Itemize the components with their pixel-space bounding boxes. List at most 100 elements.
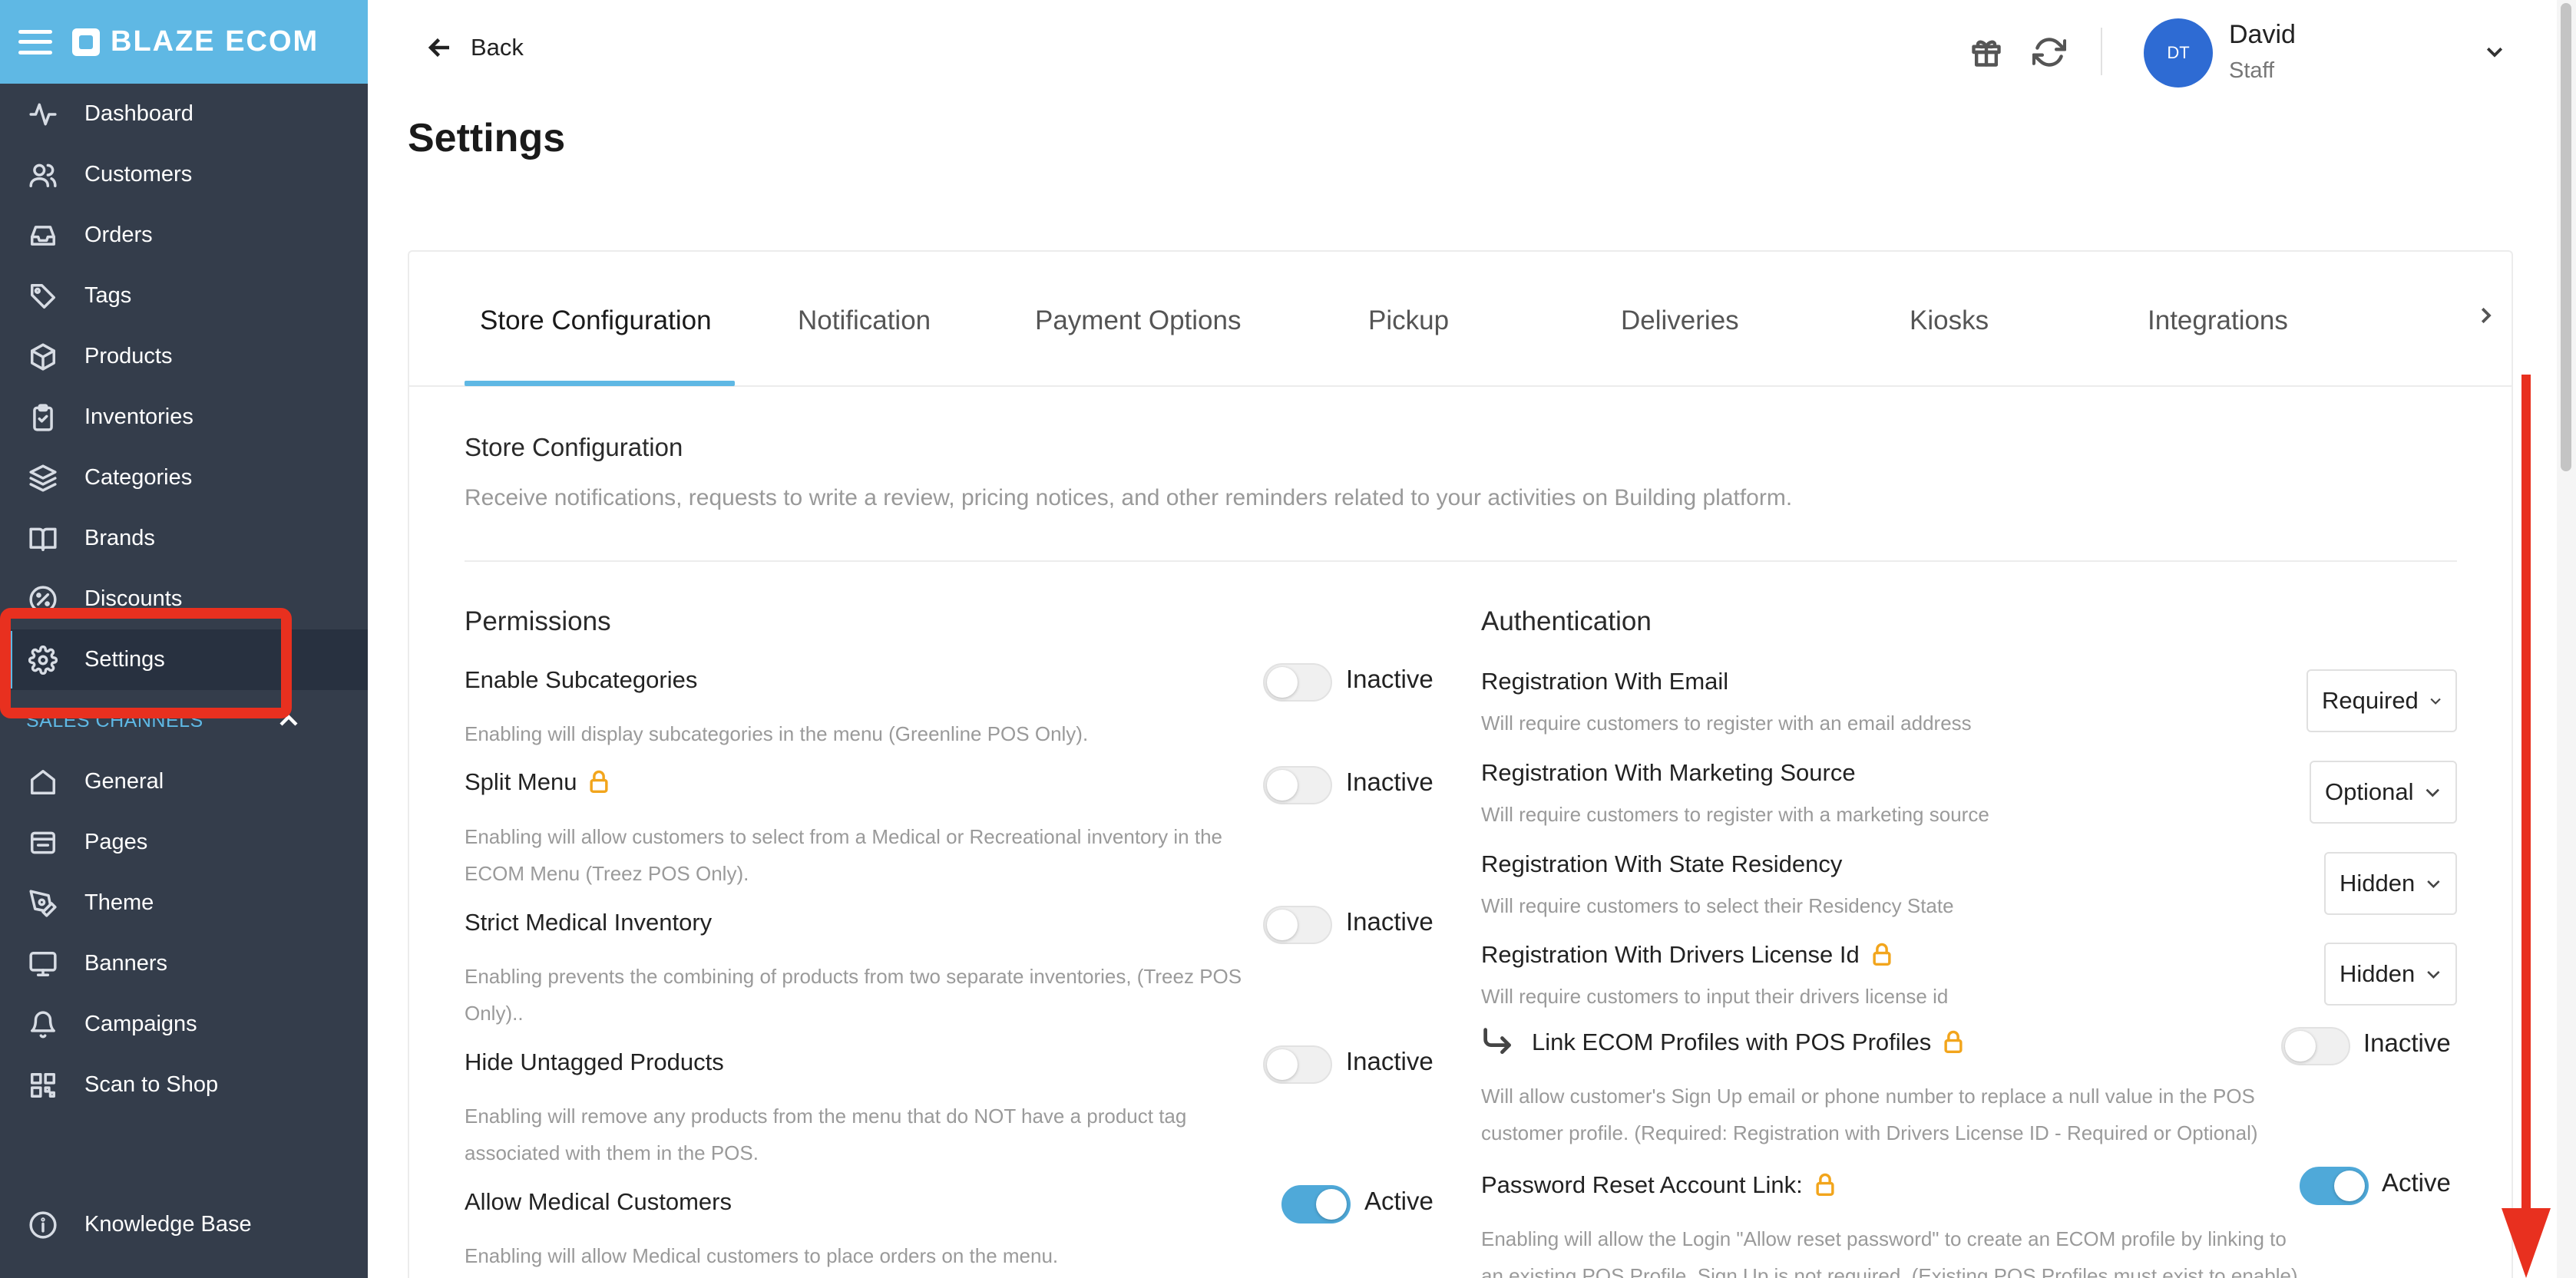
chevron-down-icon xyxy=(2430,698,2441,705)
toggle-state-label: Inactive xyxy=(1346,1047,1433,1075)
permission-label: Hide Untagged Products xyxy=(465,1048,724,1075)
bell-icon xyxy=(28,1009,58,1040)
permissions-title: Permissions xyxy=(465,606,611,636)
section-divider xyxy=(465,560,2457,562)
tab-deliveries[interactable]: Deliveries xyxy=(1621,305,1739,336)
sidebar-item-theme[interactable]: Theme xyxy=(0,873,368,933)
permission-description: Enabling will display subcategories in t… xyxy=(465,722,1089,745)
registration-residency-select[interactable]: Hidden xyxy=(2324,852,2457,915)
registration-drivers-license-select[interactable]: Hidden xyxy=(2324,943,2457,1006)
section-description: Receive notifications, requests to write… xyxy=(465,485,1793,510)
chevron-down-icon xyxy=(2427,880,2440,888)
monitor-icon xyxy=(28,949,58,979)
toggle-state-label: Inactive xyxy=(1346,907,1433,936)
sidebar-item-banners[interactable]: Banners xyxy=(0,933,368,994)
split-menu-toggle[interactable] xyxy=(1263,766,1332,804)
allow-medical-customers-toggle[interactable] xyxy=(1281,1185,1351,1224)
enable-subcategories-toggle[interactable] xyxy=(1263,663,1332,702)
tab-notification[interactable]: Notification xyxy=(798,305,931,336)
sidebar-item-products[interactable]: Products xyxy=(0,326,368,387)
active-tab-indicator xyxy=(465,381,735,386)
auth-label: Registration With Email xyxy=(1481,668,1729,695)
auth-label: Link ECOM Profiles with POS Profiles xyxy=(1481,1027,1965,1058)
arrow-left-icon xyxy=(428,38,449,58)
tab-payment-options[interactable]: Payment Options xyxy=(1035,305,1241,336)
sidebar-nav: Dashboard Customers Orders Tags Products… xyxy=(0,84,368,690)
info-icon xyxy=(28,1210,58,1240)
sidebar-item-campaigns[interactable]: Campaigns xyxy=(0,994,368,1055)
settings-card: Store Configuration Notification Payment… xyxy=(408,250,2513,1278)
user-role: Staff xyxy=(2229,58,2275,83)
sidebar-item-label: Categories xyxy=(84,465,193,490)
sidebar-item-customers[interactable]: Customers xyxy=(0,144,368,205)
back-button[interactable]: Back xyxy=(426,34,524,61)
auth-label: Password Reset Account Link: xyxy=(1481,1171,1837,1199)
password-reset-link-toggle[interactable] xyxy=(2300,1167,2369,1205)
permission-label: Allow Medical Customers xyxy=(465,1188,732,1215)
tab-kiosks[interactable]: Kiosks xyxy=(1910,305,1989,336)
auth-label: Registration With Drivers License Id xyxy=(1481,941,1893,969)
activity-icon xyxy=(28,99,58,130)
toggle-state-label: Inactive xyxy=(1346,768,1433,796)
toggle-state-label: Inactive xyxy=(2363,1029,2451,1057)
hide-untagged-products-toggle[interactable] xyxy=(1263,1045,1332,1084)
sidebar-item-knowledge-base[interactable]: Knowledge Base xyxy=(0,1194,368,1255)
permission-description: Enabling will allow Medical customers to… xyxy=(465,1244,1059,1267)
sidebar-item-orders[interactable]: Orders xyxy=(0,205,368,266)
chevron-down-icon xyxy=(2427,970,2440,979)
sidebar-item-label: Pages xyxy=(84,830,148,854)
sidebar-item-pages[interactable]: Pages xyxy=(0,812,368,873)
sidebar-item-general[interactable]: General xyxy=(0,751,368,812)
tag-icon xyxy=(28,281,58,312)
toggle-state-label: Active xyxy=(2382,1168,2451,1197)
menu-icon[interactable] xyxy=(18,29,52,54)
home-icon xyxy=(28,767,58,798)
permission-label: Split Menu xyxy=(465,768,610,796)
tab-store-configuration[interactable]: Store Configuration xyxy=(480,305,712,336)
strict-medical-inventory-toggle[interactable] xyxy=(1263,906,1332,944)
brand-name: BLAZE ECOM xyxy=(111,25,319,58)
page-title: Settings xyxy=(408,116,566,160)
lock-icon xyxy=(587,770,610,794)
user-name[interactable]: David xyxy=(2229,20,2296,50)
tab-pickup[interactable]: Pickup xyxy=(1368,305,1449,336)
sidebar-item-label: General xyxy=(84,769,164,794)
knowledge-base-container: Knowledge Base xyxy=(0,1194,368,1255)
sidebar-item-scan-to-shop[interactable]: Scan to Shop xyxy=(0,1055,368,1115)
permission-description: Enabling will allow customers to select … xyxy=(465,825,1222,885)
page-scrollbar[interactable] xyxy=(2557,0,2576,1278)
sidebar-item-brands[interactable]: Brands xyxy=(0,508,368,569)
sidebar-item-label: Customers xyxy=(84,162,193,187)
avatar[interactable]: DT xyxy=(2144,18,2213,88)
scrollbar-thumb[interactable] xyxy=(2561,3,2571,471)
scroll-down-arrow-annotation xyxy=(2502,375,2551,1278)
sidebar-item-inventories[interactable]: Inventories xyxy=(0,387,368,447)
pages-icon xyxy=(28,827,58,858)
toggle-state-label: Active xyxy=(1364,1187,1433,1215)
inbox-icon xyxy=(28,220,58,251)
refresh-icon[interactable] xyxy=(2032,35,2067,69)
sidebar-item-dashboard[interactable]: Dashboard xyxy=(0,84,368,144)
chevron-down-icon[interactable] xyxy=(2483,40,2506,63)
pen-icon xyxy=(28,888,58,919)
registration-marketing-select[interactable]: Optional xyxy=(2310,761,2457,824)
sidebar-item-label: Tags xyxy=(84,283,132,308)
registration-email-select[interactable]: Required xyxy=(2306,669,2457,732)
sidebar-item-categories[interactable]: Categories xyxy=(0,447,368,508)
tab-integrations[interactable]: Integrations xyxy=(2148,305,2288,336)
sidebar-item-label: Inventories xyxy=(84,405,193,429)
sidebar-item-label: Theme xyxy=(84,890,154,915)
settings-highlight-annotation xyxy=(0,608,292,718)
top-header: Back DT David Staff xyxy=(368,0,2576,107)
gift-icon[interactable] xyxy=(1969,35,2003,69)
authentication-title: Authentication xyxy=(1481,606,1652,636)
auth-description: Will require customers to register with … xyxy=(1481,712,1972,735)
sidebar: BLAZE ECOM Dashboard Customers Orders Ta… xyxy=(0,0,368,1278)
auth-label: Registration With State Residency xyxy=(1481,850,1843,877)
sidebar-item-tags[interactable]: Tags xyxy=(0,266,368,326)
link-ecom-pos-profiles-toggle[interactable] xyxy=(2281,1027,2350,1065)
header-divider xyxy=(2101,28,2102,75)
permission-description: Enabling will remove any products from t… xyxy=(465,1105,1187,1164)
chevron-right-icon[interactable] xyxy=(2474,304,2497,327)
sidebar-item-label: Knowledge Base xyxy=(84,1212,252,1237)
